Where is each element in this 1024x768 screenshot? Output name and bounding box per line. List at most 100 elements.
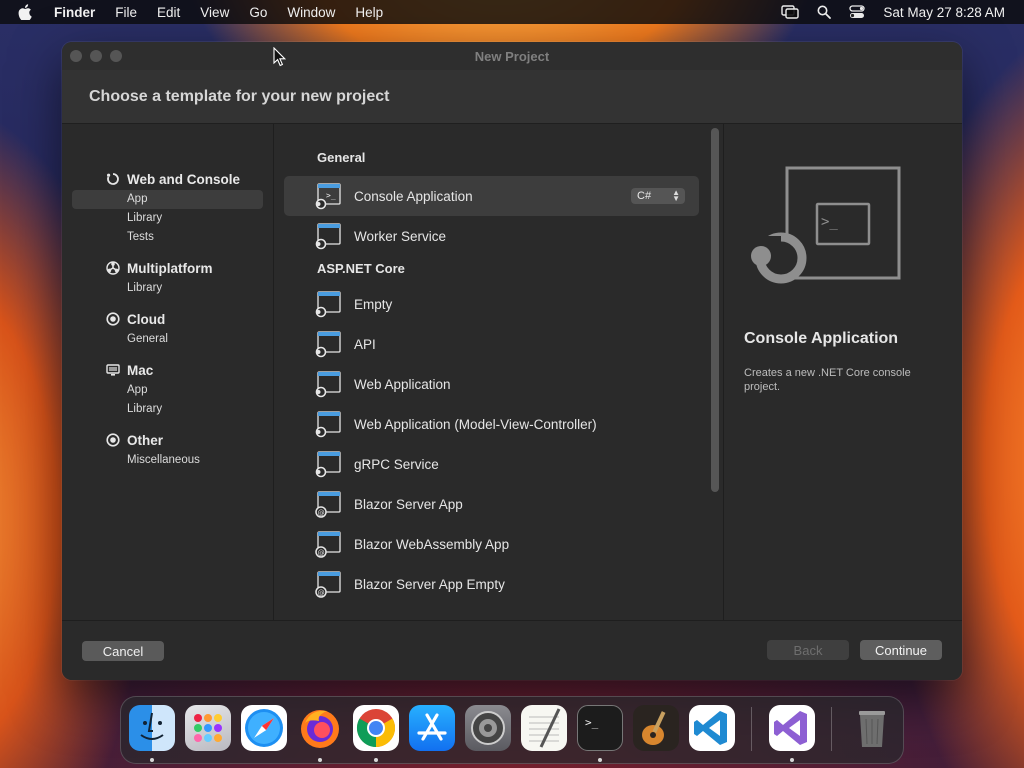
dialog-footer: Cancel Back Continue (62, 620, 962, 680)
detail-title: Console Application (744, 330, 899, 347)
dialog-header-title: Choose a template for your new project (89, 87, 390, 105)
console-template-icon: >_ (314, 182, 342, 210)
new-project-window: New Project Choose a template for your n… (62, 42, 962, 680)
menubar-clock[interactable]: Sat May 27 8:28 AM (883, 5, 1005, 20)
group-title-aspnet: ASP.NET Core (317, 261, 405, 276)
category-cloud[interactable]: Cloud (62, 308, 273, 330)
svg-text:>_: >_ (821, 214, 838, 230)
menu-edit[interactable]: Edit (157, 5, 180, 20)
template-grpc-service[interactable]: gRPC Service (284, 444, 699, 484)
sidebar-item-cloud-general[interactable]: General (62, 330, 273, 349)
template-label: API (354, 336, 376, 352)
sidebar-item-other-miscellaneous[interactable]: Miscellaneous (62, 451, 273, 470)
web-template-icon (314, 450, 342, 478)
monitor-icon (105, 362, 121, 378)
template-label: Worker Service (354, 228, 447, 244)
template-list: General >_ Console Application C# ▲ ▼ Wor… (274, 124, 723, 620)
category-label: Cloud (127, 311, 166, 327)
dock-garageband-icon[interactable] (633, 705, 679, 751)
svg-text:@: @ (318, 589, 325, 597)
dock-terminal-icon[interactable]: >_ (577, 705, 623, 751)
template-api[interactable]: API (284, 324, 699, 364)
web-template-icon (314, 290, 342, 318)
web-template-icon (314, 330, 342, 358)
menu-help[interactable]: Help (355, 5, 383, 20)
control-center-icon[interactable] (849, 5, 866, 19)
template-blazor-server-app-empty[interactable]: @ Blazor Server App Empty (284, 564, 699, 604)
dock-textedit-icon[interactable] (521, 705, 567, 751)
multiplatform-icon (105, 260, 121, 276)
chevron-updown-icon: ▲ ▼ (672, 188, 680, 203)
dock-separator (751, 707, 752, 751)
category-web-and-console[interactable]: Web and Console (62, 168, 273, 190)
dock-app-store-icon[interactable] (409, 705, 455, 751)
spotlight-search-icon[interactable] (817, 5, 832, 19)
template-worker-service[interactable]: Worker Service (284, 216, 699, 256)
cloud-target-icon (105, 311, 121, 327)
zoom-window-button[interactable] (110, 50, 122, 62)
detail-description: Creates a new .NET Core console project. (744, 367, 911, 393)
cancel-button[interactable]: Cancel (82, 641, 164, 661)
continue-button[interactable]: Continue (860, 640, 942, 660)
dock: >_ (120, 696, 904, 764)
dock-visual-studio-icon[interactable] (769, 705, 815, 751)
apple-menu-icon[interactable] (18, 4, 34, 20)
language-select-value: C# (637, 190, 652, 202)
window-titlebar: New Project (62, 42, 962, 70)
template-console-application[interactable]: >_ Console Application C# ▲ ▼ (284, 176, 699, 216)
svg-text:@: @ (318, 509, 325, 517)
refresh-circle-icon (105, 171, 121, 187)
blazor-template-icon: @ (314, 530, 342, 558)
category-other[interactable]: Other (62, 429, 273, 451)
sidebar-item-mac-app[interactable]: App (62, 381, 273, 400)
template-empty[interactable]: Empty (284, 284, 699, 324)
dock-vscode-icon[interactable] (689, 705, 735, 751)
sidebar-item-multiplatform-library[interactable]: Library (62, 279, 273, 298)
dock-safari-icon[interactable] (241, 705, 287, 751)
dock-launchpad-icon[interactable] (185, 705, 231, 751)
template-label: Blazor Server App (354, 496, 463, 512)
sidebar-item-web-library[interactable]: Library (62, 209, 273, 228)
template-label: gRPC Service (354, 456, 439, 472)
sidebar-item-web-tests[interactable]: Tests (62, 228, 273, 247)
template-blazor-webassembly-app[interactable]: @ Blazor WebAssembly App (284, 524, 699, 564)
menu-bar: Finder File Edit View Go Window Help Sat… (0, 0, 1024, 24)
category-label: Other (127, 432, 164, 448)
screen-mirroring-icon[interactable] (781, 5, 800, 19)
menu-go[interactable]: Go (249, 5, 267, 20)
template-list-scrollbar[interactable] (711, 128, 719, 492)
sidebar-item-web-app[interactable]: App (72, 190, 263, 209)
dock-system-preferences-icon[interactable] (465, 705, 511, 751)
close-window-button[interactable] (70, 50, 82, 62)
menu-app-name[interactable]: Finder (54, 5, 95, 20)
dock-finder-icon[interactable] (129, 705, 175, 751)
template-label: Blazor WebAssembly App (354, 536, 510, 552)
language-select[interactable]: C# ▲ ▼ (631, 188, 685, 204)
template-web-application-mvc[interactable]: Web Application (Model-View-Controller) (284, 404, 699, 444)
console-application-preview-icon: >_ (749, 166, 909, 291)
template-label: Empty (354, 296, 393, 312)
menu-file[interactable]: File (115, 5, 137, 20)
menu-view[interactable]: View (200, 5, 229, 20)
worker-template-icon (314, 222, 342, 250)
category-label: Mac (127, 362, 154, 378)
dock-firefox-icon[interactable] (297, 705, 343, 751)
category-multiplatform[interactable]: Multiplatform (62, 257, 273, 279)
template-label: Console Application (354, 188, 473, 204)
running-indicator (598, 758, 602, 762)
dock-trash-icon[interactable] (849, 705, 895, 751)
category-mac[interactable]: Mac (62, 359, 273, 381)
category-label: Web and Console (127, 171, 241, 187)
sidebar-item-mac-library[interactable]: Library (62, 400, 273, 419)
minimize-window-button[interactable] (90, 50, 102, 62)
template-blazor-server-app[interactable]: @ Blazor Server App (284, 484, 699, 524)
dock-chrome-icon[interactable] (353, 705, 399, 751)
group-title-general: General (317, 150, 366, 165)
template-web-application[interactable]: Web Application (284, 364, 699, 404)
menu-window[interactable]: Window (287, 5, 335, 20)
web-template-icon (314, 370, 342, 398)
dock-separator (831, 707, 832, 751)
svg-text:@: @ (318, 549, 325, 557)
back-button[interactable]: Back (767, 640, 849, 660)
template-detail-panel: >_ Console Application Creates a new .NE… (723, 124, 962, 620)
